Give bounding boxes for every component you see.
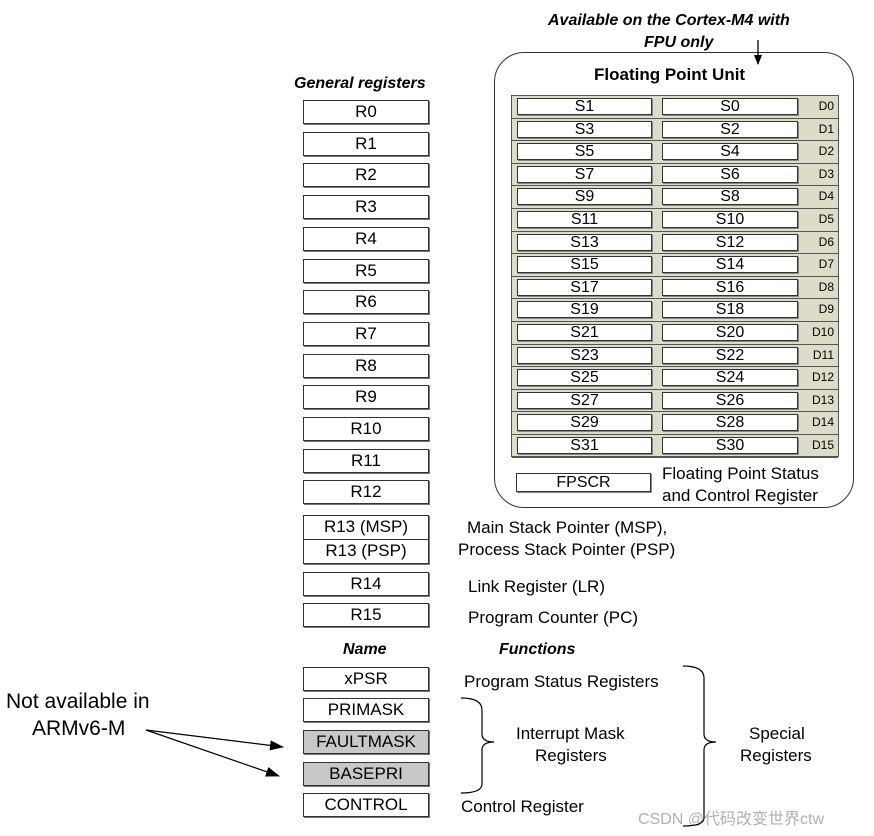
arrow-to-basepri xyxy=(145,729,280,777)
arrow-to-faultmask xyxy=(145,729,284,751)
special-registers-brace xyxy=(682,665,717,827)
connector-graphics xyxy=(145,40,762,827)
interrupt-mask-brace xyxy=(460,697,495,794)
